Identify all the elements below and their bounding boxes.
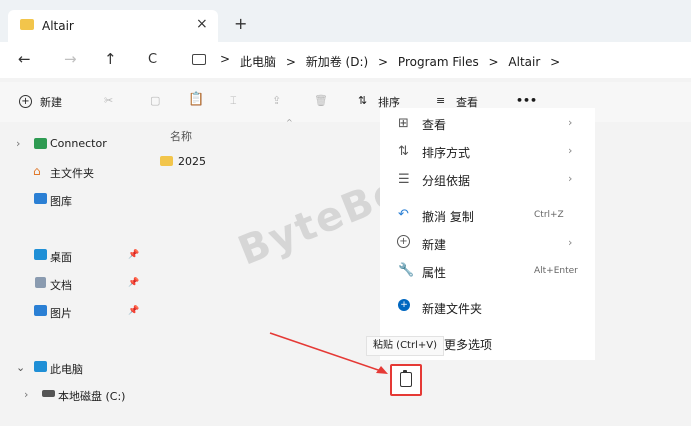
paste-button[interactable] xyxy=(390,364,422,396)
clipboard-icon xyxy=(400,372,412,387)
clipboard-clip-icon xyxy=(403,370,407,373)
annotation-arrow xyxy=(269,332,388,374)
